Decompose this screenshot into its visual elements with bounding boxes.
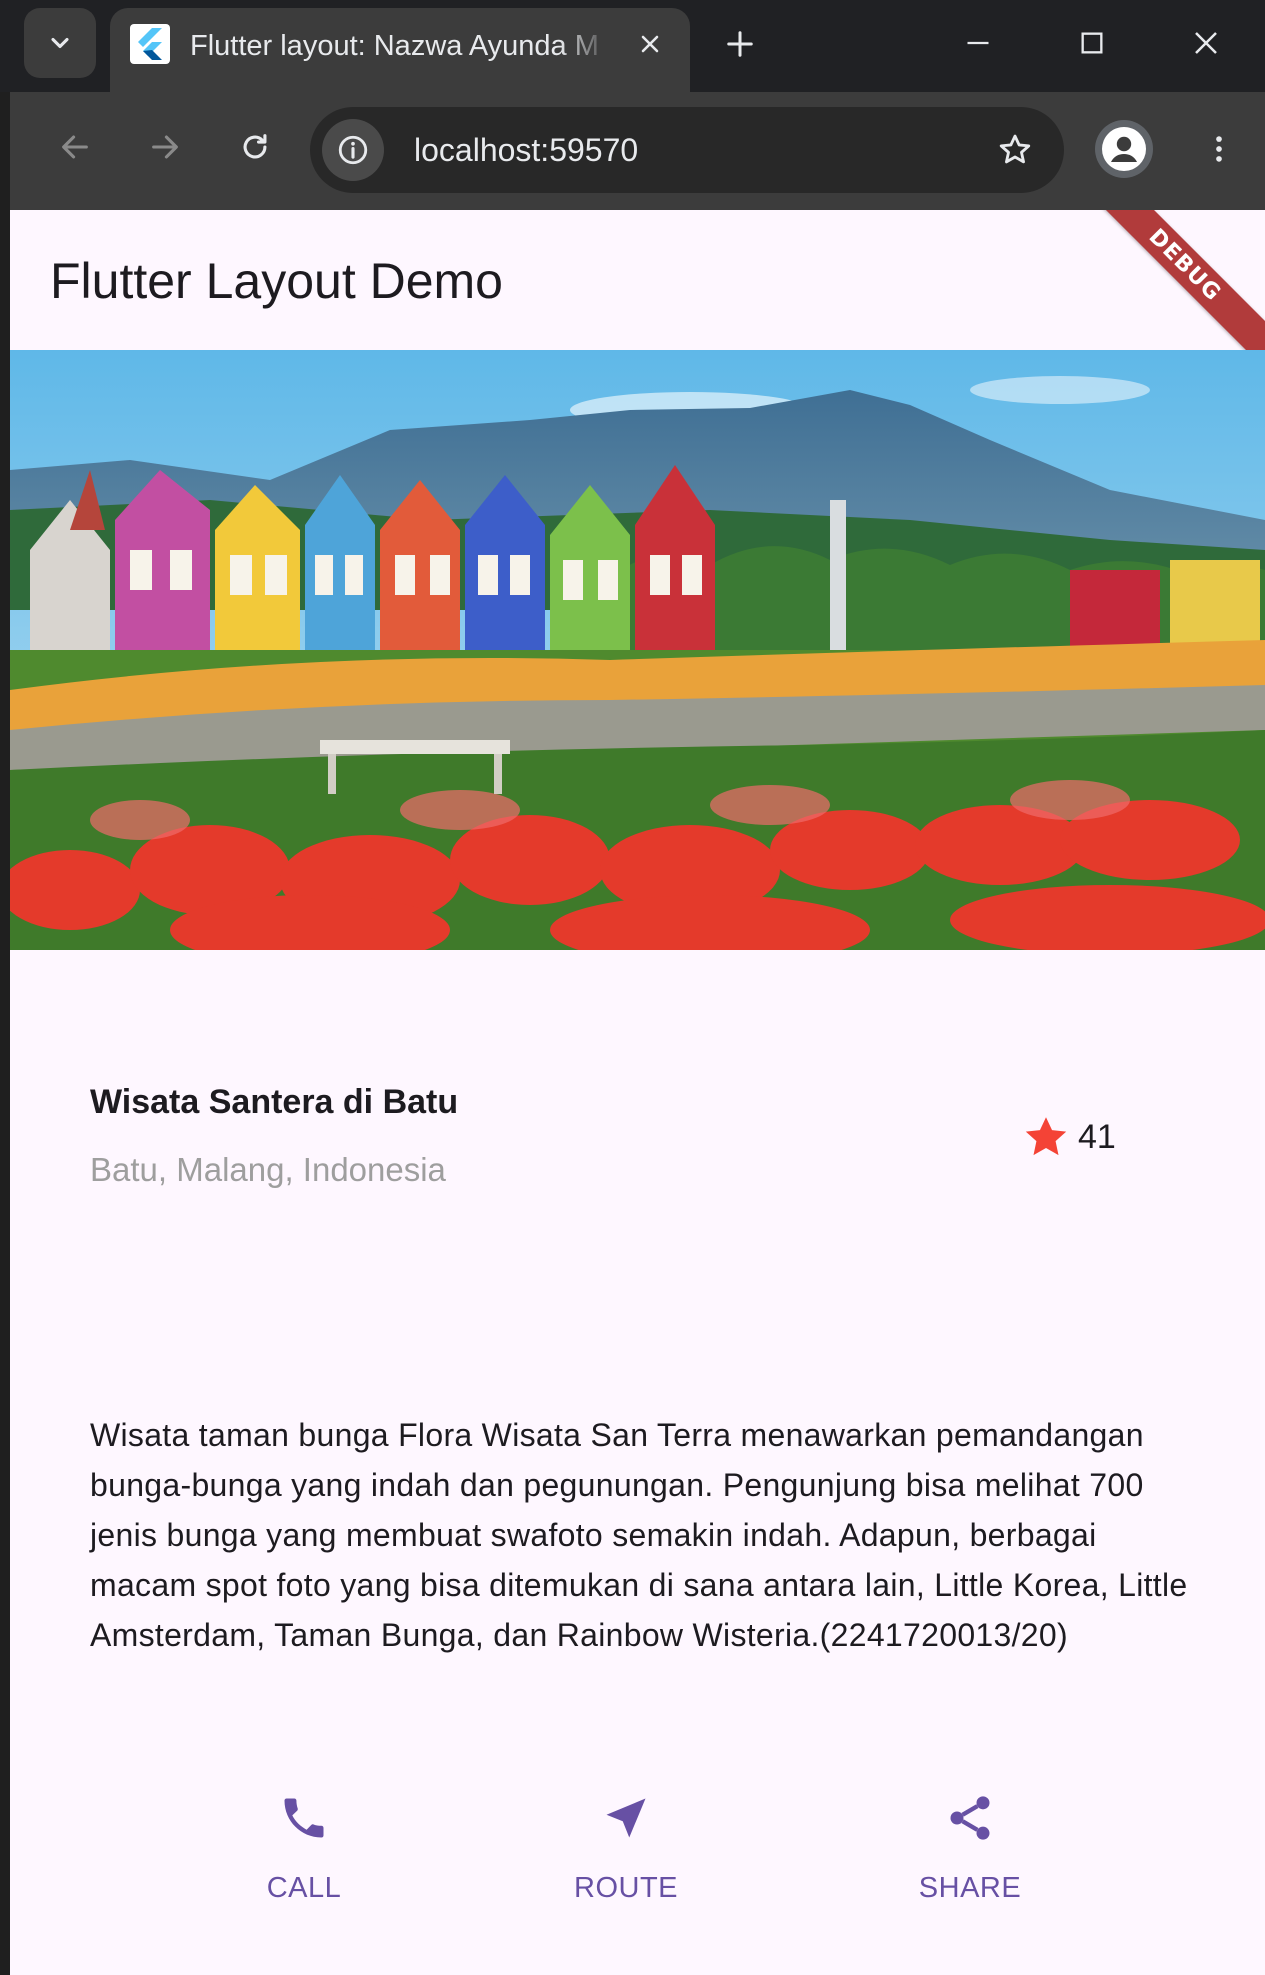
share-icon <box>938 1786 1002 1850</box>
reload-button[interactable] <box>220 112 290 182</box>
window-maximize-button[interactable] <box>1056 8 1128 78</box>
more-vert-icon <box>1216 136 1222 162</box>
app-bar: Flutter Layout Demo <box>10 210 1265 350</box>
call-button[interactable]: CALL <box>204 1780 404 1920</box>
star-icon[interactable] <box>1020 1111 1072 1163</box>
browser-menu-button[interactable] <box>1190 120 1248 178</box>
browser-toolbar: localhost:59570 <box>10 92 1265 210</box>
plus-icon <box>727 31 753 57</box>
route-button[interactable]: ROUTE <box>526 1780 726 1920</box>
reload-icon <box>243 134 267 159</box>
browser-tab-active[interactable]: Flutter layout: Nazwa Ayunda M <box>110 8 690 92</box>
favorite-widget[interactable]: 41 <box>1020 1110 1116 1164</box>
phone-icon <box>272 1786 336 1850</box>
arrow-right-icon <box>152 135 178 159</box>
description-text: Wisata taman bunga Flora Wisata San Terr… <box>90 1417 1188 1653</box>
bookmark-button[interactable] <box>990 125 1040 175</box>
profile-button[interactable] <box>1095 120 1153 178</box>
url-text: localhost:59570 <box>414 132 639 168</box>
app-title: Flutter Layout Demo <box>50 253 503 309</box>
forward-button[interactable] <box>130 112 200 182</box>
browser-tab-strip: Flutter layout: Nazwa Ayunda M <box>0 0 1265 92</box>
button-row: CALL ROUTE SHARE <box>10 1780 1265 1940</box>
minimize-icon <box>967 41 989 45</box>
tab-close-button[interactable] <box>628 22 672 66</box>
tab-search-button[interactable] <box>24 8 96 78</box>
title-section: Wisata Santera di Batu Batu, Malang, Ind… <box>90 1080 1120 1200</box>
info-icon <box>338 135 368 165</box>
star-outline-icon <box>999 134 1031 164</box>
site-info-button[interactable] <box>322 119 384 181</box>
place-location: Batu, Malang, Indonesia <box>90 1151 446 1188</box>
person-icon <box>1102 127 1146 171</box>
app-page: Flutter Layout Demo DEBUG Wisata Santera… <box>10 210 1265 1975</box>
window-close-button[interactable] <box>1170 8 1242 78</box>
arrow-left-icon <box>62 135 88 159</box>
route-label: ROUTE <box>574 1872 678 1904</box>
favorite-count: 41 <box>1078 1118 1116 1156</box>
place-name: Wisata Santera di Batu <box>90 1083 459 1121</box>
flutter-logo-icon <box>130 24 170 64</box>
window-minimize-button[interactable] <box>942 8 1014 78</box>
navigation-icon <box>594 1786 658 1850</box>
maximize-icon <box>1081 32 1103 54</box>
close-icon <box>641 35 659 53</box>
call-label: CALL <box>266 1872 342 1904</box>
close-icon <box>1195 32 1217 54</box>
share-label: SHARE <box>918 1872 1022 1904</box>
share-button[interactable]: SHARE <box>870 1780 1070 1920</box>
back-button[interactable] <box>40 112 110 182</box>
address-bar[interactable]: localhost:59570 <box>310 107 1064 193</box>
chevron-down-icon <box>51 37 69 49</box>
new-tab-button[interactable] <box>712 16 768 72</box>
hero-image <box>10 350 1265 950</box>
tab-title: Flutter layout: Nazwa Ayunda M <box>190 30 599 62</box>
